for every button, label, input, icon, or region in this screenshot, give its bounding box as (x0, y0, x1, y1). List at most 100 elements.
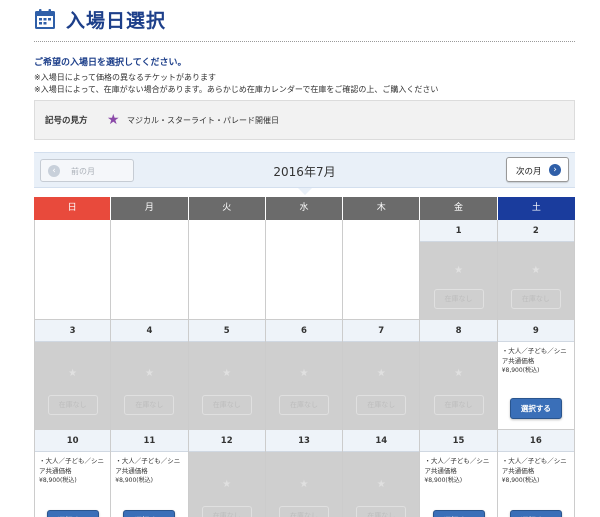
month-navigation: ‹ 前の月 2016年7月 次の月 › (34, 152, 575, 195)
calendar-day[interactable]: 16 ・大人／子ども／シニア共通価格 ¥8,900(税込) 選択する (497, 430, 575, 517)
calendar-day (343, 220, 421, 320)
day-number: 1 (420, 220, 497, 242)
calendar-day: 13 ★ 在庫なし (265, 430, 344, 517)
price-line-1: ・大人／子ども／シニ (39, 457, 104, 465)
day-body: ★ 在庫なし (188, 452, 265, 517)
notes-lead: ご希望の入場日を選択してください。 (34, 58, 187, 68)
unavailable-label: 在庫なし (201, 395, 252, 415)
price-amount: ¥8,900(税込) (424, 477, 463, 484)
day-number: 12 (188, 430, 265, 452)
legend-box: 記号の見方 ★ マジカル・スターライト・パレード開催日 (34, 100, 575, 140)
day-number: 10 (35, 430, 111, 452)
price-info: ・大人／子ども／シニ ア共通価格 ¥8,900(税込) (424, 456, 494, 486)
select-date-button[interactable]: 選択する (509, 510, 562, 517)
calendar-day: 6 ★ 在庫なし (265, 320, 344, 430)
chevron-right-icon: › (549, 164, 561, 176)
day-number: 15 (420, 430, 497, 452)
select-date-button[interactable]: 選択する (509, 398, 562, 419)
price-info: ・大人／子ども／シニ ア共通価格 ¥8,900(税込) (39, 456, 109, 486)
price-amount: ¥8,900(税込) (501, 367, 540, 374)
day-number: 3 (35, 320, 111, 342)
star-placeholder-icon: ★ (299, 479, 309, 490)
star-placeholder-icon: ★ (299, 368, 309, 379)
weekday-thu: 木 (343, 197, 421, 220)
star-placeholder-icon: ★ (454, 368, 464, 379)
calendar-weeks: 1 ★ 在庫なし 2 ★ 在庫なし 3 ★ 在庫なし 4 ★ 在庫なし 5 ★ 在庫なし 6 ★ 在庫なし 7 ★ 在庫… (34, 220, 575, 517)
calendar-day[interactable]: 9 ・大人／子ども／シニ ア共通価格 ¥8,900(税込) 選択する (497, 320, 575, 430)
notes: ご希望の入場日を選択してください。 ※入場日によって価格の異なるチケットがありま… (34, 55, 594, 96)
prev-month-button[interactable]: ‹ 前の月 (40, 159, 134, 182)
page-title: 入場日選択 (66, 10, 167, 32)
calendar-day: 12 ★ 在庫なし (188, 430, 266, 517)
day-body: ★ 在庫なし (343, 342, 420, 430)
calendar-day[interactable]: 10 ・大人／子ども／シニア共通価格 ¥8,900(税込) 選択する (34, 430, 112, 517)
prev-month-label: 前の月 (71, 167, 95, 176)
price-amount: ¥8,900(税込) (115, 477, 153, 484)
calendar-day (188, 220, 266, 320)
weekday-sun: 日 (34, 197, 112, 220)
unavailable-label: 在庫なし (356, 395, 407, 415)
star-placeholder-icon: ★ (531, 265, 541, 276)
calendar-day[interactable]: 15 ・大人／子ども／シニア共通価格 ¥8,900(税込) 選択する (420, 430, 498, 517)
next-month-button[interactable]: 次の月 › (506, 157, 569, 182)
star-placeholder-icon: ★ (376, 479, 386, 490)
price-line-2: ア共通価格 (424, 467, 457, 475)
day-body: ★ 在庫なし (265, 342, 343, 430)
day-number: 14 (343, 430, 420, 452)
calendar-day: 7 ★ 在庫なし (343, 320, 421, 430)
star-icon: ★ (107, 112, 120, 128)
day-body: ・大人／子ども／シニア共通価格 ¥8,900(税込) 選択する (35, 452, 110, 517)
unavailable-label: 在庫なし (433, 395, 484, 415)
calendar-week: 3 ★ 在庫なし 4 ★ 在庫なし 5 ★ 在庫なし 6 ★ 在庫なし 7 ★ 在庫なし 8 ★ 在庫なし 9 ・大人… (34, 320, 575, 430)
calendar-day (265, 220, 344, 320)
price-amount: ¥8,900(税込) (39, 477, 77, 484)
star-placeholder-icon: ★ (376, 368, 386, 379)
star-placeholder-icon: ★ (144, 368, 154, 379)
weekday-sat: 土 (497, 197, 575, 220)
star-placeholder-icon: ★ (222, 368, 232, 379)
select-date-button[interactable]: 選択する (432, 510, 485, 517)
calendar-day: 5 ★ 在庫なし (188, 320, 266, 430)
calendar-day (34, 220, 112, 320)
calendar-week: 10・大人／子ども／シニア共通価格¥8,900(税込)選択する11・大人／子ども… (34, 430, 575, 517)
legend-item-text: マジカル・スターライト・パレード開催日 (127, 116, 279, 125)
day-body: ★ 在庫なし (420, 342, 497, 430)
day-number: 8 (420, 320, 497, 342)
unavailable-label: 在庫なし (510, 289, 561, 309)
day-body: ・大人／子ども／シニア共通価格 ¥8,900(税込) 選択する (498, 342, 574, 430)
price-amount: ¥8,900(税込) (501, 477, 540, 484)
calendar-day[interactable]: 11 ・大人／子ども／シニア共通価格 ¥8,900(税込) 選択する (111, 430, 189, 517)
price-line-2: ア共通価格 (501, 467, 535, 475)
unavailable-label: 在庫なし (124, 395, 175, 415)
day-number: 13 (265, 430, 343, 452)
price-info: ・大人／子ども／シニ ア共通価格 ¥8,900(税込) (115, 456, 185, 486)
page-header: 入場日選択 (34, 6, 575, 42)
unavailable-label: 在庫なし (278, 395, 329, 415)
calendar-week: 1 ★ 在庫なし 2 ★ 在庫なし (34, 220, 575, 320)
calendar-day: 14 ★ 在庫なし (343, 430, 421, 517)
day-body: ★ 在庫なし (420, 242, 497, 320)
day-body: ・大人／子ども／シニア共通価格 ¥8,900(税込) 選択する (420, 452, 496, 517)
price-info: ・大人／子ども／シニ ア共通価格 ¥8,900(税込) (502, 346, 572, 376)
unavailable-label: 在庫なし (278, 506, 329, 517)
calendar-day (111, 220, 189, 320)
day-number: 6 (265, 320, 343, 342)
price-line-1: ・大人／子ども／シニ (424, 457, 490, 465)
select-date-button[interactable]: 選択する (46, 510, 99, 517)
next-month-label: 次の月 (516, 167, 542, 177)
day-body: ・大人／子ども／シニア共通価格 ¥8,900(税込) 選択する (111, 452, 187, 517)
day-number: 16 (497, 430, 574, 452)
day-body: ★ 在庫なし (343, 452, 420, 517)
calendar: 日 月 火 水 木 金 土 1 ★ 在庫なし 2 ★ 在庫なし 3 ★ 在庫なし 4 ★ 在庫なし 5 ★… (34, 197, 575, 517)
day-number: 5 (188, 320, 265, 342)
day-body: ★ 在庫なし (497, 242, 574, 320)
select-date-button[interactable]: 選択する (123, 510, 176, 517)
price-line-2: ア共通価格 (501, 357, 535, 365)
month-pointer (298, 188, 312, 195)
weekday-mon: 月 (111, 197, 189, 220)
weekday-tue: 火 (188, 197, 266, 220)
notes-line-1: ※入場日によって価格の異なるチケットがあります (34, 73, 217, 82)
calendar-day: 8 ★ 在庫なし (420, 320, 498, 430)
unavailable-label: 在庫なし (356, 506, 407, 517)
calendar-day: 1 ★ 在庫なし (420, 220, 498, 320)
